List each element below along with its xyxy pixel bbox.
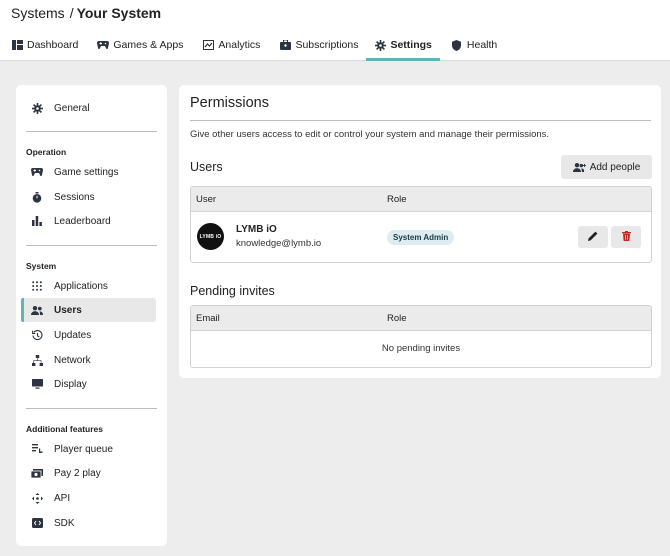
tab-label: Analytics <box>218 39 261 51</box>
gamepad-icon <box>31 166 43 178</box>
add-user-icon <box>572 162 586 172</box>
sidebar-item-label: Updates <box>54 329 92 341</box>
sidebar-item-applications[interactable]: Applications <box>21 274 156 298</box>
briefcase-icon <box>279 39 291 51</box>
trash-icon <box>621 230 631 244</box>
pending-invites-heading: Pending invites <box>190 284 275 298</box>
bar-chart-icon <box>31 215 43 227</box>
sidebar-item-label: Leaderboard <box>54 215 111 227</box>
queue-icon <box>31 443 43 455</box>
sidebar-item-display[interactable]: Display <box>21 372 156 396</box>
tab-dashboard[interactable]: Dashboard <box>0 30 86 60</box>
shield-icon <box>451 39 463 51</box>
breadcrumb: Systems / Your System <box>11 5 161 21</box>
gear-icon <box>31 102 43 114</box>
add-people-button[interactable]: Add people <box>561 155 652 179</box>
sidebar-item-label: Display <box>54 378 87 390</box>
sidebar-item-general[interactable]: General <box>21 96 156 120</box>
breadcrumb-current: Your System <box>76 5 162 21</box>
column-header-email: Email <box>196 313 220 324</box>
tab-label: Games & Apps <box>113 39 184 51</box>
users-heading: Users <box>190 160 223 174</box>
column-header-role: Role <box>387 194 407 205</box>
settings-sidebar: General Operation Game settings Sessions… <box>16 85 167 546</box>
user-name: LYMB iO <box>236 224 277 235</box>
sidebar-divider <box>26 131 157 132</box>
api-icon <box>31 492 43 504</box>
tab-settings[interactable]: Settings <box>366 30 441 61</box>
dashboard-icon <box>11 39 23 51</box>
apps-grid-icon <box>31 280 43 292</box>
main-tabs: Dashboard Games & Apps Analytics Subscri… <box>0 30 505 61</box>
add-people-label: Add people <box>589 161 641 173</box>
pencil-icon <box>588 231 598 244</box>
user-email: knowledge@lymb.io <box>236 238 322 249</box>
users-table-header: User Role <box>191 187 651 212</box>
sidebar-item-label: General <box>54 102 90 114</box>
sidebar-heading-operation: Operation <box>26 147 67 157</box>
tab-label: Health <box>466 39 498 51</box>
sdk-icon <box>31 517 43 529</box>
sidebar-item-label: Applications <box>54 280 108 292</box>
sidebar-item-label: Network <box>54 354 91 366</box>
network-icon <box>31 354 43 366</box>
analytics-icon <box>202 39 214 51</box>
sidebar-divider <box>26 245 157 246</box>
page-title: Permissions <box>190 95 269 111</box>
users-table: User Role LYMB iO LYMB iO knowledge@lymb… <box>190 186 652 263</box>
tab-health[interactable]: Health <box>440 30 505 60</box>
sidebar-item-pay-2-play[interactable]: Pay 2 play <box>21 461 156 485</box>
monitor-icon <box>31 378 43 390</box>
sidebar-item-label: Sessions <box>54 191 95 203</box>
empty-state-text: No pending invites <box>381 343 461 354</box>
delete-user-button[interactable] <box>611 226 641 248</box>
pending-invites-table: Email Role No pending invites <box>190 305 652 368</box>
gear-icon <box>374 39 386 51</box>
breadcrumb-separator: / <box>69 5 74 21</box>
tab-subscriptions[interactable]: Subscriptions <box>268 30 366 60</box>
sidebar-item-label: SDK <box>54 517 75 529</box>
edit-user-button[interactable] <box>578 226 608 248</box>
sidebar-item-label: Game settings <box>54 166 119 178</box>
tab-label: Subscriptions <box>295 39 359 51</box>
pending-table-header: Email Role <box>191 306 651 331</box>
column-header-user: User <box>196 194 217 205</box>
table-row: LYMB iO LYMB iO knowledge@lymb.io System… <box>191 212 651 262</box>
history-icon <box>31 329 43 341</box>
sidebar-item-label: Player queue <box>54 443 113 455</box>
tab-label: Settings <box>390 39 432 51</box>
sidebar-divider <box>26 408 157 409</box>
permissions-panel: Permissions Give other users access to e… <box>179 85 661 378</box>
money-icon <box>31 467 43 479</box>
sidebar-item-sessions[interactable]: Sessions <box>21 185 156 209</box>
sidebar-item-label: Pay 2 play <box>54 467 101 479</box>
title-divider <box>190 120 651 121</box>
sidebar-item-sdk[interactable]: SDK <box>21 511 156 535</box>
role-badge: System Admin <box>387 230 455 245</box>
sidebar-item-label: Users <box>54 304 82 316</box>
sidebar-heading-system: System <box>26 261 57 271</box>
sidebar-heading-additional-features: Additional features <box>26 424 103 434</box>
sidebar-item-player-queue[interactable]: Player queue <box>21 437 156 461</box>
breadcrumb-systems[interactable]: Systems <box>11 5 65 21</box>
avatar: LYMB iO <box>197 223 224 250</box>
gamepad-icon <box>97 39 110 51</box>
sidebar-item-users[interactable]: Users <box>21 298 156 322</box>
sidebar-item-network[interactable]: Network <box>21 348 156 372</box>
column-header-role: Role <box>387 313 407 324</box>
sidebar-item-label: API <box>54 492 71 504</box>
users-icon <box>31 304 43 316</box>
sidebar-item-leaderboard[interactable]: Leaderboard <box>21 209 156 233</box>
sidebar-item-api[interactable]: API <box>21 486 156 510</box>
top-bar: Systems / Your System Dashboard Games & Ap… <box>0 0 670 61</box>
sidebar-item-updates[interactable]: Updates <box>21 323 156 347</box>
tab-analytics[interactable]: Analytics <box>191 30 268 60</box>
tab-label: Dashboard <box>27 39 79 51</box>
permissions-description: Give other users access to edit or contr… <box>190 129 550 140</box>
sidebar-item-game-settings[interactable]: Game settings <box>21 160 156 184</box>
tab-games-apps[interactable]: Games & Apps <box>86 30 191 60</box>
stopwatch-icon <box>31 191 43 203</box>
